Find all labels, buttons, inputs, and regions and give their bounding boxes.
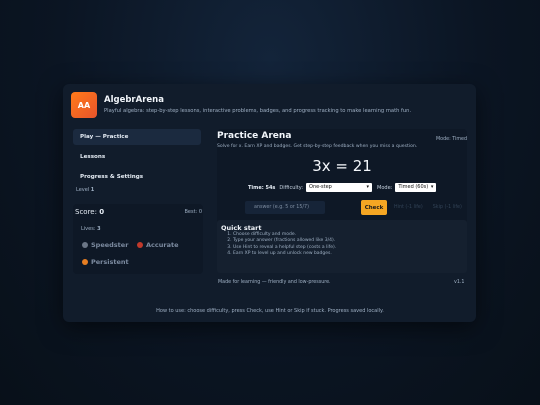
- target-icon: [137, 242, 143, 248]
- list-item: Earn XP to level up and unlock new badge…: [233, 251, 336, 257]
- footer-tagline: Made for learning — friendly and low-pre…: [218, 280, 331, 285]
- best-value: 0: [198, 209, 202, 215]
- score-label: Score:: [75, 208, 97, 216]
- best-score: Best: 0: [184, 209, 202, 215]
- mode-value: Timed (60s): [398, 184, 429, 190]
- difficulty-label: Difficulty:: [279, 184, 304, 191]
- stopwatch-icon: [82, 242, 88, 248]
- level-label: Level: [76, 187, 90, 193]
- badge-speedster: Speedster: [82, 241, 128, 249]
- mode-indicator: Mode: Timed: [436, 137, 467, 142]
- lives-display: Lives: 3: [81, 226, 101, 232]
- score-display: Score: 0: [75, 208, 104, 216]
- level-value: 1: [90, 187, 95, 193]
- app-subtitle: Playful algebra: step-by-step lessons, i…: [104, 108, 412, 114]
- difficulty-value: One-step: [309, 184, 332, 190]
- skip-button[interactable]: Skip (-1 life): [430, 205, 465, 210]
- equation-display: 3x = 21: [312, 157, 372, 175]
- badge-persistent: Persistent: [82, 258, 129, 266]
- version-label: v1.1: [454, 280, 465, 285]
- hint-button[interactable]: Hint (-1 life): [391, 205, 426, 210]
- score-value: 0: [99, 208, 105, 216]
- sidebar-item-lessons[interactable]: Lessons: [73, 149, 201, 165]
- practice-arena: Practice Arena Solve for x. Earn XP and …: [217, 129, 467, 273]
- answer-row: answer (e.g. 5 or 15/7) Check Hint (-1 l…: [245, 200, 465, 215]
- mode-select-label: Mode:: [377, 184, 393, 191]
- mode-select[interactable]: Timed (60s) ▾: [395, 183, 437, 192]
- stats-panel: Score: 0 Best: 0 Lives: 3 Speedster Accu…: [73, 204, 203, 274]
- app-logo: AA: [71, 92, 97, 118]
- sidebar-item-progress-settings[interactable]: Progress & Settings: [73, 169, 201, 185]
- best-label: Best:: [184, 209, 198, 215]
- quick-start-panel: Quick start Choose difficulty and mode. …: [217, 220, 467, 273]
- controls-row: Time: 54s Difficulty: One-step ▾ Mode: T…: [248, 183, 437, 192]
- check-button[interactable]: Check: [361, 200, 387, 215]
- answer-input[interactable]: answer (e.g. 5 or 15/7): [245, 201, 325, 214]
- lives-label: Lives:: [81, 226, 96, 232]
- sidebar-item-play-practice[interactable]: Play — Practice: [73, 129, 201, 145]
- badge-label: Speedster: [91, 241, 129, 249]
- how-to-footer: How to use: choose difficulty, press Che…: [156, 308, 384, 314]
- list-item: Type your answer (fractions allowed like…: [233, 238, 336, 244]
- app-title: AlgebrArena: [104, 95, 164, 105]
- quick-start-steps: Choose difficulty and mode. Type your an…: [225, 232, 336, 257]
- timer: Time: 54s: [248, 184, 276, 191]
- chevron-down-icon: ▾: [430, 184, 434, 190]
- badge-accurate: Accurate: [137, 241, 178, 249]
- fire-icon: [82, 259, 88, 265]
- badge-label: Accurate: [146, 241, 179, 249]
- level-indicator: Level 1: [73, 187, 201, 193]
- difficulty-select[interactable]: One-step ▾: [306, 183, 373, 192]
- chevron-down-icon: ▾: [366, 184, 370, 190]
- page-title: Practice Arena: [217, 131, 292, 141]
- sidebar-nav: Play — Practice Lessons Progress & Setti…: [73, 129, 201, 193]
- app-card: AA AlgebrArena Playful algebra: step-by-…: [63, 84, 476, 322]
- lives-value: 3: [97, 226, 101, 232]
- page-subtitle: Solve for x. Earn XP and badges. Get ste…: [217, 144, 418, 149]
- list-item: Use Hint to reveal a helpful step (costs…: [233, 245, 336, 251]
- quick-start-title: Quick start: [221, 224, 262, 232]
- badge-label: Persistent: [91, 258, 129, 266]
